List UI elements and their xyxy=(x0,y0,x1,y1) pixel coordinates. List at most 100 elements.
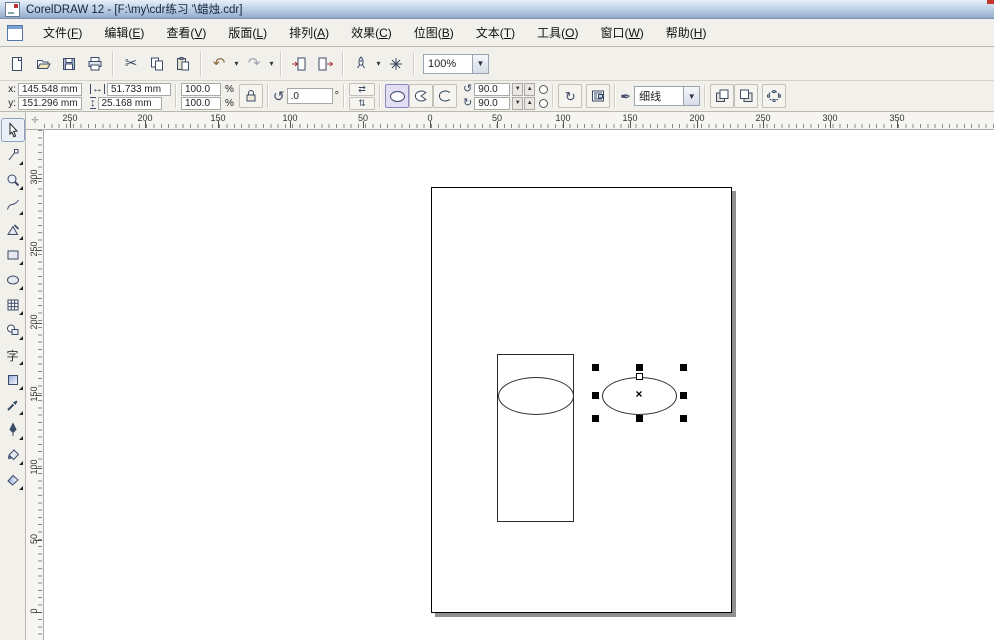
freehand-tool-button[interactable] xyxy=(1,193,25,217)
candle-top-ellipse[interactable] xyxy=(498,377,574,415)
x-position-field[interactable]: 145.548 mm xyxy=(18,82,82,96)
menu-o[interactable]: 工具(O) xyxy=(526,20,589,45)
save-button[interactable] xyxy=(56,51,82,77)
zoom-dropdown-icon[interactable]: ▼ xyxy=(472,54,488,73)
mirror-vertical-button[interactable]: ⇅ xyxy=(349,96,376,110)
menu-c[interactable]: 效果(C) xyxy=(340,20,403,45)
selection-handle[interactable] xyxy=(680,415,687,422)
hruler-label: 100 xyxy=(555,113,571,123)
nonproportional-scale-lock-button[interactable] xyxy=(238,84,263,108)
menu-v[interactable]: 查看(V) xyxy=(155,20,217,45)
ellipse-tool-button[interactable] xyxy=(1,268,25,292)
eyedropper-tool-button[interactable] xyxy=(1,393,25,417)
undo-icon: ↶ xyxy=(212,55,226,72)
end-angle-spin-down[interactable]: ▼ xyxy=(512,96,524,110)
ellipse-node[interactable] xyxy=(636,373,643,380)
end-angle-spin-up[interactable]: ▲ xyxy=(524,96,536,110)
text-tool-button[interactable]: 字 xyxy=(1,343,25,367)
export-button[interactable] xyxy=(312,51,338,77)
counterclockwise-toggle[interactable] xyxy=(539,98,549,108)
menu-e[interactable]: 编辑(E) xyxy=(93,20,155,45)
ruler-origin[interactable]: ✛ xyxy=(26,112,44,130)
menu-w[interactable]: 窗口(W) xyxy=(589,20,654,45)
drawing-canvas[interactable]: × xyxy=(44,130,994,640)
horizontal-ruler[interactable]: 250 200 150 100 50 0 50 100 150 200 250 300 350 xyxy=(44,112,994,130)
vertical-ruler[interactable]: 300 250 200 150 100 50 0 xyxy=(26,130,44,640)
menu-l[interactable]: 版面(L) xyxy=(217,20,278,45)
to-back-button[interactable] xyxy=(734,84,759,108)
selection-handle[interactable] xyxy=(635,415,643,422)
end-angle-field[interactable]: 90.0 xyxy=(474,96,511,110)
undo-dropdown-icon[interactable]: ▾ xyxy=(232,52,241,76)
redo-dropdown-icon[interactable]: ▾ xyxy=(267,52,276,76)
cut-button[interactable]: ✂ xyxy=(118,51,144,77)
hruler-label: 200 xyxy=(137,113,153,123)
basic-shapes-tool-button[interactable] xyxy=(1,318,25,342)
shape-tool-button[interactable] xyxy=(1,143,25,167)
undo-button[interactable]: ↶ xyxy=(206,51,232,77)
pick-tool-button[interactable] xyxy=(0,118,25,142)
selection-handle[interactable] xyxy=(592,415,599,422)
object-width-field[interactable]: 51.733 mm xyxy=(107,82,171,96)
application-launcher-button[interactable] xyxy=(348,51,374,77)
arc-mode-button[interactable] xyxy=(433,84,458,108)
start-angle-spin-up[interactable]: ▲ xyxy=(524,82,536,96)
pie-mode-button[interactable] xyxy=(409,84,434,108)
menu-h[interactable]: 帮助(H) xyxy=(655,20,718,45)
hruler-label: 350 xyxy=(889,113,905,123)
menu-bar: 文件(F) 编辑(E) 查看(V) 版面(L) 排列(A) 效果(C) 位图(B) 文本(T)… xyxy=(0,19,994,47)
clockwise-toggle[interactable] xyxy=(539,84,549,94)
app-icon xyxy=(5,1,20,17)
launcher-dropdown-icon[interactable]: ▾ xyxy=(374,52,383,76)
flyout-arrow xyxy=(18,436,23,440)
outline-width-dropdown-icon[interactable]: ▼ xyxy=(683,87,700,105)
selection-handle[interactable] xyxy=(592,392,599,399)
hruler-label: 300 xyxy=(822,113,838,123)
rectangle-tool-button[interactable] xyxy=(1,243,25,267)
fill-tool-button[interactable] xyxy=(1,443,25,467)
ellipse-mode-button[interactable] xyxy=(385,84,410,108)
object-height-field[interactable]: 25.168 mm xyxy=(97,96,162,110)
import-button[interactable] xyxy=(286,51,312,77)
open-button[interactable] xyxy=(30,51,56,77)
rotation-angle-field[interactable]: .0 xyxy=(286,88,333,104)
arc-direction-icon: ↻ xyxy=(564,88,576,104)
y-position-field[interactable]: 151.296 mm xyxy=(18,96,82,110)
selection-handle[interactable] xyxy=(680,392,687,399)
outline-width-combo[interactable]: 细线 ▼ xyxy=(634,86,701,106)
copy-button[interactable] xyxy=(144,51,170,77)
menu-b[interactable]: 位图(B) xyxy=(403,20,465,45)
import-icon xyxy=(291,56,307,72)
paste-button[interactable] xyxy=(170,51,196,77)
redo-button[interactable]: ↷ xyxy=(241,51,267,77)
corel-online-button[interactable] xyxy=(383,51,409,77)
zoom-tool-button[interactable] xyxy=(1,168,25,192)
close-button-edge[interactable] xyxy=(987,0,994,4)
menu-f[interactable]: 文件(F) xyxy=(32,20,93,45)
zoom-level-combo[interactable]: 100% ▼ xyxy=(423,53,489,74)
scale-h-field[interactable]: 100.0 xyxy=(181,82,221,96)
arc-direction-button[interactable]: ↻ xyxy=(558,84,583,108)
start-angle-field[interactable]: 90.0 xyxy=(474,82,511,96)
smart-drawing-tool-button[interactable] xyxy=(1,218,25,242)
mirror-horizontal-button[interactable]: ⇄ xyxy=(349,82,376,96)
print-icon xyxy=(87,56,103,72)
selection-handle[interactable] xyxy=(635,364,643,371)
graph-paper-tool-button[interactable] xyxy=(1,293,25,317)
interactive-effect-tool-button[interactable] xyxy=(1,368,25,392)
interactive-fill-tool-button[interactable] xyxy=(1,468,25,492)
menu-a[interactable]: 排列(A) xyxy=(278,20,340,45)
new-document-button[interactable] xyxy=(4,51,30,77)
start-angle-spin-down[interactable]: ▼ xyxy=(512,82,524,96)
scale-v-field[interactable]: 100.0 xyxy=(181,96,221,110)
print-button[interactable] xyxy=(82,51,108,77)
selection-handle[interactable] xyxy=(680,364,687,371)
selection-handle[interactable] xyxy=(592,364,599,371)
convert-to-curves-button[interactable] xyxy=(762,84,787,108)
outline-tool-button[interactable] xyxy=(1,418,25,442)
vruler-label: 200 xyxy=(29,314,39,330)
to-front-button[interactable] xyxy=(710,84,735,108)
wrap-paragraph-text-button[interactable] xyxy=(586,84,611,108)
copy-icon xyxy=(149,56,165,72)
menu-t[interactable]: 文本(T) xyxy=(465,20,526,45)
